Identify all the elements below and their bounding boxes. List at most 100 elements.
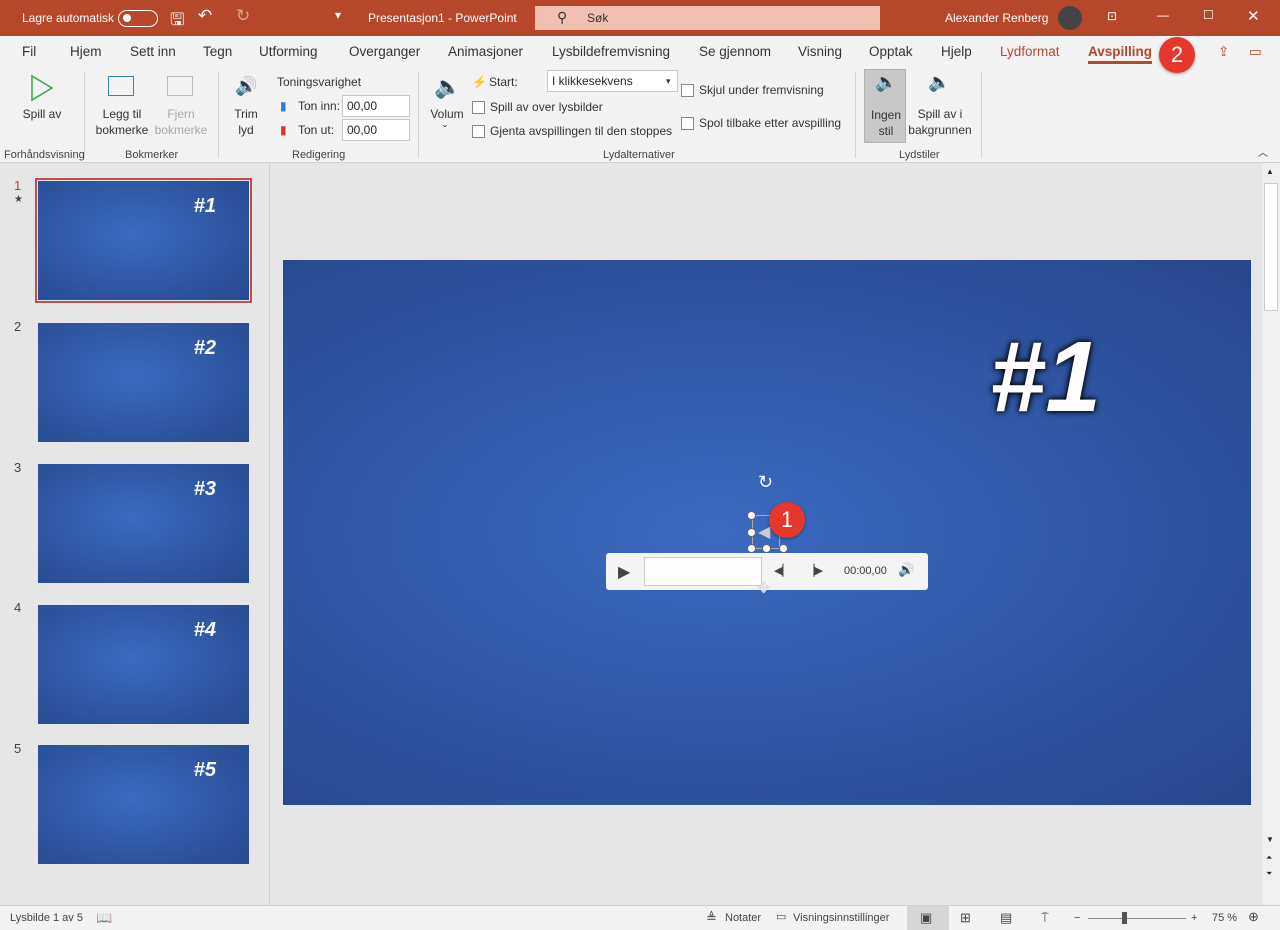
start-select[interactable]: I klikkesekvens xyxy=(547,70,678,92)
slide-sorter-icon[interactable]: ⊞ xyxy=(960,910,971,926)
previous-slide-icon[interactable]: ⏶ xyxy=(1266,853,1272,863)
slide-thumbnail-1[interactable]: #1 xyxy=(35,178,252,303)
play-button[interactable]: Spill av xyxy=(20,106,64,122)
maximize-icon[interactable]: ☐ xyxy=(1203,8,1214,22)
move-handle-icon[interactable]: ✥ xyxy=(757,578,770,598)
next-slide-icon[interactable]: ⏷ xyxy=(1266,869,1272,879)
redo-icon[interactable]: ↻ xyxy=(236,6,250,26)
tab-lysbildefremvisning[interactable]: Lysbildefremvisning xyxy=(552,44,670,59)
play-icon xyxy=(30,74,54,102)
slide-number: 3 xyxy=(14,460,22,475)
slide-thumbnail-4[interactable]: #4 xyxy=(38,605,249,724)
play-background-button[interactable]: Spill av i bakgrunnen xyxy=(907,106,973,138)
tab-hjem[interactable]: Hjem xyxy=(70,44,102,59)
rewind-checkbox[interactable] xyxy=(681,117,694,130)
fade-out-input[interactable]: 00,00 xyxy=(342,119,410,141)
speaker-icon: ◀ xyxy=(758,524,771,541)
progress-bar[interactable] xyxy=(644,557,762,586)
fade-in-input[interactable]: 00,00 xyxy=(342,95,410,117)
customize-qat-icon[interactable]: ▾ xyxy=(335,8,341,22)
volume-button[interactable]: Volum xyxy=(428,106,466,122)
trim-audio-icon: 🔊 xyxy=(235,76,258,96)
tab-lydformat[interactable]: Lydformat xyxy=(1000,44,1060,59)
slideshow-icon[interactable]: ⍑ xyxy=(1041,910,1049,926)
slide-thumbnail-2[interactable]: #2 xyxy=(38,323,249,442)
vertical-scrollbar[interactable]: ▲ ▼ ⏶ ⏷ xyxy=(1262,163,1280,905)
reading-view-icon[interactable]: ▤ xyxy=(1000,910,1012,926)
undo-icon[interactable]: ↶ xyxy=(198,6,212,26)
tab-tegn[interactable]: Tegn xyxy=(203,44,232,59)
chevron-down-icon[interactable]: ▾ xyxy=(666,73,671,89)
tab-visning[interactable]: Visning xyxy=(798,44,842,59)
group-bookmarks: Bokmerker xyxy=(125,149,179,161)
zoom-out-icon[interactable]: − xyxy=(1074,912,1080,924)
minimize-icon[interactable]: — xyxy=(1157,8,1169,22)
zoom-level[interactable]: 75 % xyxy=(1212,912,1237,924)
comments-icon[interactable]: ▭ xyxy=(1249,44,1262,60)
tab-avspilling[interactable]: Avspilling xyxy=(1088,44,1153,64)
slide-title[interactable]: #1 xyxy=(990,320,1101,435)
scrollbar-thumb[interactable] xyxy=(1264,183,1278,311)
play-icon[interactable]: ▶ xyxy=(618,562,630,582)
rotate-handle-icon[interactable]: ↻ xyxy=(758,472,773,493)
zoom-in-icon[interactable]: + xyxy=(1191,912,1197,924)
add-bookmark-button[interactable]: Legg til bokmerke xyxy=(92,106,152,138)
document-title: Presentasjon1 - PowerPoint xyxy=(368,11,517,25)
play-across-checkbox[interactable] xyxy=(472,101,485,114)
chevron-down-icon[interactable]: ˇ xyxy=(443,122,447,138)
ribbon-display-icon[interactable]: ⊡ xyxy=(1107,9,1117,23)
accessibility-icon[interactable]: 📖 xyxy=(96,910,112,926)
slide-thumbnail-5[interactable]: #5 xyxy=(38,745,249,864)
zoom-slider-thumb[interactable] xyxy=(1122,912,1127,924)
zoom-slider[interactable] xyxy=(1088,918,1186,919)
scroll-down-icon[interactable]: ▼ xyxy=(1266,835,1274,844)
search-icon: ⚲ xyxy=(557,9,568,25)
skip-back-icon[interactable]: ◀▏ xyxy=(774,564,791,577)
slide-number: 2 xyxy=(14,319,22,334)
volume-icon[interactable]: 🔊 xyxy=(898,562,914,578)
autosave-toggle[interactable] xyxy=(118,10,158,27)
resize-handle[interactable] xyxy=(747,511,756,520)
group-audio-options: Lydalternativer xyxy=(603,149,675,161)
group-audio-styles: Lydstiler xyxy=(899,149,940,161)
play-background-icon: 🔈 xyxy=(928,72,951,92)
tab-se-gjennom[interactable]: Se gjennom xyxy=(699,44,771,59)
display-settings-button[interactable]: Visningsinnstillinger xyxy=(793,912,889,924)
resize-handle[interactable] xyxy=(747,544,756,553)
tab-hjelp[interactable]: Hjelp xyxy=(941,44,972,59)
remove-bookmark-icon xyxy=(167,76,193,96)
save-icon[interactable]: 🖫 xyxy=(170,7,184,36)
slide-number: 1 xyxy=(14,178,22,193)
loop-checkbox[interactable] xyxy=(472,125,485,138)
display-settings-icon[interactable]: ▭ xyxy=(776,910,786,923)
hide-checkbox[interactable] xyxy=(681,84,694,97)
user-name[interactable]: Alexander Renberg xyxy=(945,11,1048,25)
fit-to-window-icon[interactable]: ⊕ xyxy=(1248,909,1259,925)
tab-utforming[interactable]: Utforming xyxy=(259,44,318,59)
trim-audio-button[interactable]: Trim lyd xyxy=(230,106,262,138)
remove-bookmark-button[interactable]: Fjern bokmerke xyxy=(152,106,210,138)
search-box[interactable]: ⚲ Søk xyxy=(535,6,880,30)
notes-icon[interactable]: ≜ xyxy=(706,910,717,926)
group-editing: Redigering xyxy=(292,149,346,161)
tab-fil[interactable]: Fil xyxy=(22,44,36,59)
tab-sett-inn[interactable]: Sett inn xyxy=(130,44,176,59)
slide-thumbnail-3[interactable]: #3 xyxy=(38,464,249,583)
resize-handle[interactable] xyxy=(762,544,771,553)
collapse-ribbon-icon[interactable]: ︿ xyxy=(1258,146,1268,162)
avatar[interactable] xyxy=(1058,6,1082,30)
share-icon[interactable]: ⇪ xyxy=(1218,44,1229,60)
resize-handle[interactable] xyxy=(747,528,756,537)
no-style-label: Ingen stil xyxy=(870,108,902,138)
close-icon[interactable]: ✕ xyxy=(1247,7,1260,25)
resize-handle[interactable] xyxy=(779,544,788,553)
skip-forward-icon[interactable]: ▕▶ xyxy=(806,564,823,577)
tab-opptak[interactable]: Opptak xyxy=(869,44,913,59)
scroll-up-icon[interactable]: ▲ xyxy=(1266,167,1274,176)
tab-overganger[interactable]: Overganger xyxy=(349,44,420,59)
thumbnail-label: #4 xyxy=(193,619,216,641)
tab-animasjoner[interactable]: Animasjoner xyxy=(448,44,523,59)
thumbnail-label: #5 xyxy=(193,759,216,781)
no-style-button[interactable]: 🔈 Ingen stil xyxy=(864,69,906,143)
notes-button[interactable]: Notater xyxy=(725,912,761,924)
